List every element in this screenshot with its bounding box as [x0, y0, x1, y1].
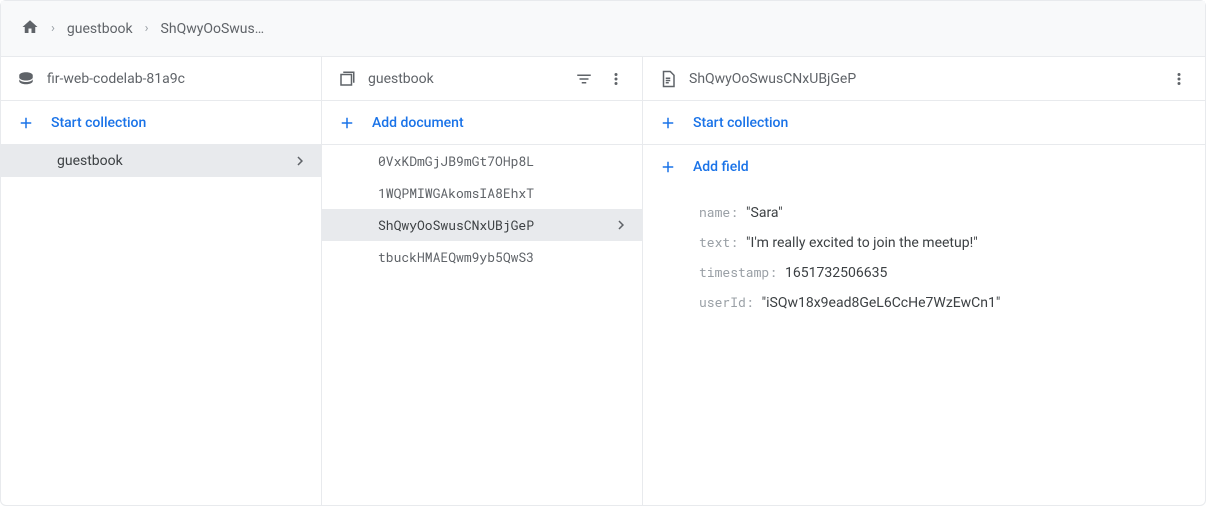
collection-item[interactable]: guestbook: [1, 145, 321, 177]
add-document-label: Add document: [372, 115, 464, 131]
filter-icon[interactable]: [574, 69, 594, 89]
more-icon[interactable]: [1169, 69, 1189, 89]
add-field-button[interactable]: Add field: [643, 145, 1205, 189]
field-value: "Sara": [746, 205, 783, 221]
document-item[interactable]: 1WQPMIWGAkomsIA8EhxT: [322, 177, 642, 209]
plus-icon: [338, 114, 356, 132]
document-column: ShQwyOoSwusCNxUBjGeP Start collection Ad…: [643, 57, 1205, 505]
collection-name: guestbook: [57, 153, 123, 169]
collection-header: guestbook: [322, 57, 642, 101]
field-key: name: [699, 203, 738, 221]
add-field-label: Add field: [693, 159, 749, 175]
start-collection-label: Start collection: [693, 115, 788, 131]
field-key: userId: [699, 293, 754, 311]
fields-list: name "Sara" text "I'm really excited to …: [643, 189, 1205, 325]
collections-list: guestbook: [1, 145, 321, 505]
plus-icon: [17, 114, 35, 132]
document-title: ShQwyOoSwusCNxUBjGeP: [689, 71, 1157, 87]
root-header: fir-web-codelab-81a9c: [1, 57, 321, 101]
document-id: 0VxKDmGjJB9mGt7OHp8L: [378, 152, 534, 170]
chevron-right-icon: ›: [145, 21, 149, 36]
field-row[interactable]: userId "iSQw18x9ead8GeL6CcHe7WzEwCn1": [643, 287, 1205, 317]
document-item[interactable]: tbuckHMAEQwm9yb5QwS3: [322, 241, 642, 273]
field-value: "iSQw18x9ead8GeL6CcHe7WzEwCn1": [762, 295, 1001, 311]
breadcrumb-collection[interactable]: guestbook: [67, 21, 133, 37]
field-value: 1651732506635: [785, 265, 887, 281]
field-row[interactable]: timestamp 1651732506635: [643, 257, 1205, 287]
collection-icon: [338, 70, 356, 88]
more-icon[interactable]: [606, 69, 626, 89]
collection-column: guestbook Add document 0VxKDmGjJB9mGt7OH…: [322, 57, 643, 505]
field-row[interactable]: text "I'm really excited to join the mee…: [643, 227, 1205, 257]
field-value: "I'm really excited to join the meetup!": [746, 235, 978, 251]
plus-icon: [659, 158, 677, 176]
document-id: ShQwyOoSwusCNxUBjGeP: [378, 216, 534, 234]
documents-list: 0VxKDmGjJB9mGt7OHp8L 1WQPMIWGAkomsIA8Ehx…: [322, 145, 642, 505]
field-key: text: [699, 233, 738, 251]
document-item[interactable]: ShQwyOoSwusCNxUBjGeP: [322, 209, 642, 241]
document-id: tbuckHMAEQwm9yb5QwS3: [378, 248, 534, 266]
field-row[interactable]: name "Sara": [643, 197, 1205, 227]
root-title: fir-web-codelab-81a9c: [47, 71, 305, 87]
plus-icon: [659, 114, 677, 132]
home-icon[interactable]: [21, 18, 39, 40]
chevron-right-icon: [291, 152, 309, 170]
start-collection-button[interactable]: Start collection: [1, 101, 321, 145]
chevron-right-icon: ›: [51, 21, 55, 36]
field-key: timestamp: [699, 263, 777, 281]
breadcrumb-document[interactable]: ShQwyOoSwus…: [161, 21, 265, 37]
document-icon: [659, 70, 677, 88]
add-document-button[interactable]: Add document: [322, 101, 642, 145]
chevron-right-icon: [612, 216, 630, 234]
document-header: ShQwyOoSwusCNxUBjGeP: [643, 57, 1205, 101]
start-collection-label: Start collection: [51, 115, 146, 131]
root-column: fir-web-codelab-81a9c Start collection g…: [1, 57, 322, 505]
start-collection-button[interactable]: Start collection: [643, 101, 1205, 145]
breadcrumb: › guestbook › ShQwyOoSwus…: [1, 1, 1205, 57]
database-icon: [17, 70, 35, 88]
collection-title: guestbook: [368, 71, 562, 87]
document-id: 1WQPMIWGAkomsIA8EhxT: [378, 184, 534, 202]
document-item[interactable]: 0VxKDmGjJB9mGt7OHp8L: [322, 145, 642, 177]
